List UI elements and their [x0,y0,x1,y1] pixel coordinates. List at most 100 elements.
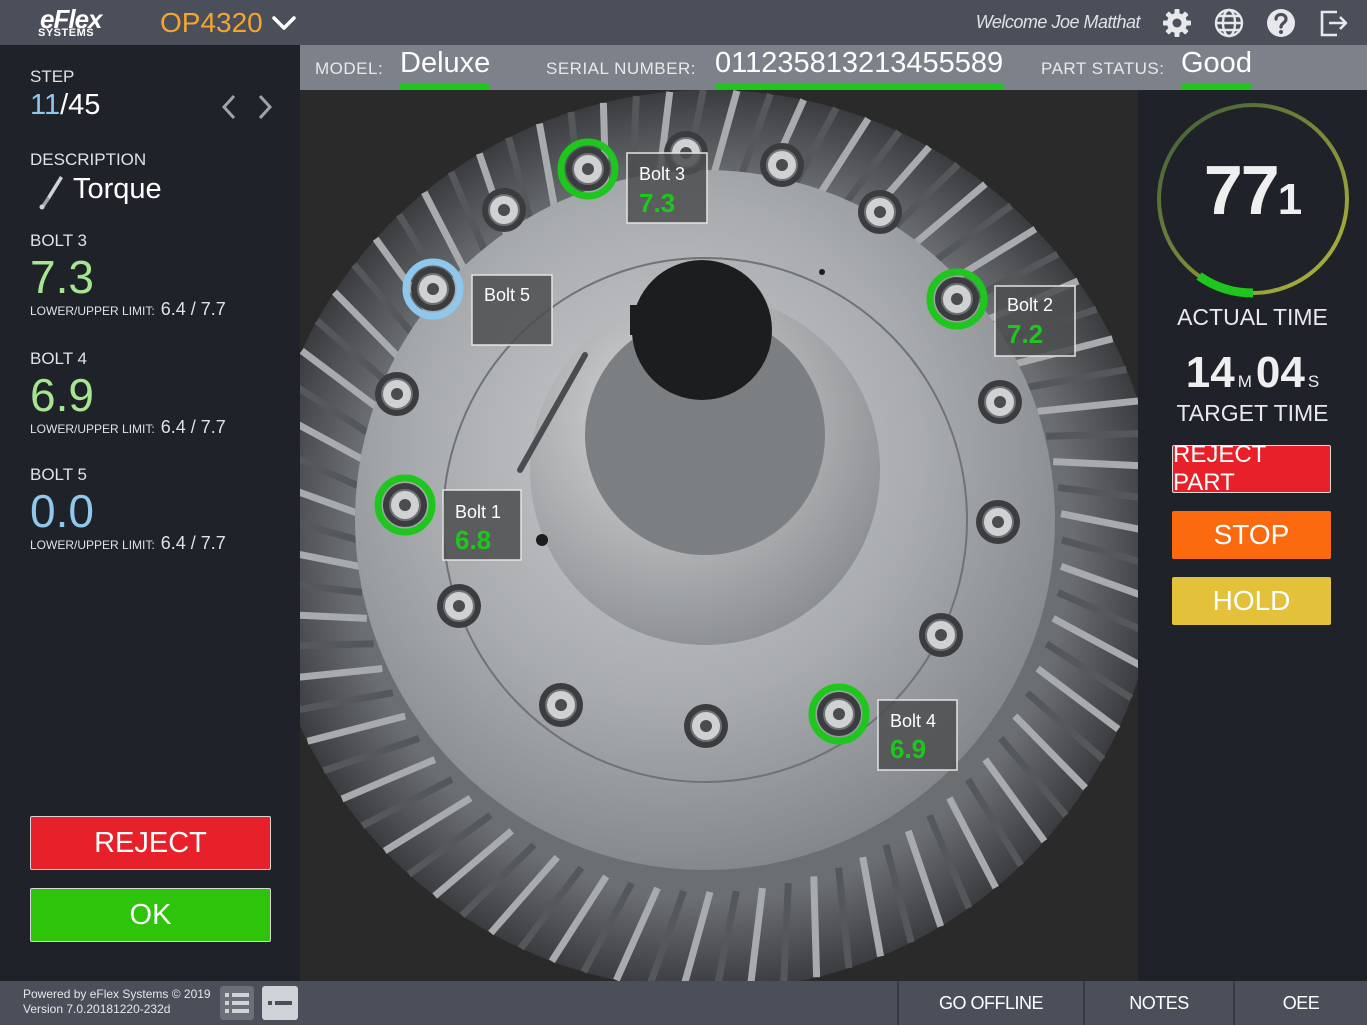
limit-label: LOWER/UPPER LIMIT: [30,422,155,436]
description-label: DESCRIPTION [30,150,147,169]
limit-value: 6.4 / 7.7 [160,417,226,437]
bolt-hex-socket [776,159,788,171]
bolt-5-value: 0.0 [30,485,94,537]
gear-tooth [300,640,374,650]
logo-subtext: SYSTEMS [38,27,95,39]
bolt-hex-socket [555,699,567,711]
bolt-5-callout[interactable]: Bolt 5 [471,274,553,346]
bolt-4-limits: LOWER/UPPER LIMIT: 6.4 / 7.7 [30,417,226,438]
serial-value: 011235813213455589 [715,47,1004,89]
step-total: /45 [60,89,101,121]
eflex-logo: eFlex SYSTEMS [36,4,136,40]
step-current: 11 [30,89,61,121]
target-time-value: 14 M04 S [1138,348,1367,398]
bolt-hex-socket [935,629,947,641]
bolt-3-limits: LOWER/UPPER LIMIT: 6.4 / 7.7 [30,299,226,320]
bolt-5-limits: LOWER/UPPER LIMIT: 6.4 / 7.7 [30,533,226,554]
description-value: Torque [73,173,162,205]
operation-title[interactable]: OP4320 [160,7,263,39]
limit-label: LOWER/UPPER LIMIT: [30,538,155,552]
model-value: Deluxe [400,47,491,89]
serial-label: SERIAL NUMBER: [546,59,696,78]
part-status-value: Good [1181,47,1252,89]
stop-button[interactable]: STOP [1172,511,1331,559]
limit-value: 6.4 / 7.7 [160,299,226,319]
bolt-hex-socket [700,720,712,732]
welcome-text: Welcome Joe Matthat [975,12,1141,32]
bolt-4-callout[interactable]: Bolt 4 6.9 [877,699,958,771]
bolt-hex-socket [453,600,465,612]
callout-value: 6.9 [890,734,926,764]
limit-value: 6.4 / 7.7 [160,533,226,553]
version-text: Version 7.0.20181220-232d [23,1002,171,1016]
bolt-hex-socket [874,206,886,218]
logout-icon[interactable] [1317,7,1349,39]
ok-button[interactable]: OK [30,888,271,942]
help-icon[interactable] [1265,7,1297,39]
callout-value: 6.8 [455,525,491,555]
bolt-hex-socket [951,293,963,305]
gear-image: Bolt 3 7.3 Bolt 5 Bolt 2 7.2 Bolt 1 6.8 … [300,90,1138,981]
callout-name: Bolt 1 [455,502,501,522]
callout-name: Bolt 4 [890,711,936,731]
bolt-hex-socket [992,516,1004,528]
go-offline-button[interactable]: GO OFFLINE [897,981,1083,1025]
actual-time-fraction: 1 [1277,175,1303,224]
gear-icon[interactable] [1161,7,1193,39]
step-counter: 11/45 [30,89,100,122]
part-status-label: PART STATUS: [1041,59,1165,78]
gear-tooth [810,876,821,978]
bolt-hex-socket [498,204,510,216]
callout-name: Bolt 3 [639,164,685,184]
timer-panel: 771 ACTUAL TIME 14 M04 S TARGET TIME REJEC… [1138,90,1367,981]
gear-tooth [780,883,792,981]
model-label: MODEL: [315,59,384,78]
bolt-2-callout[interactable]: Bolt 2 7.2 [994,285,1076,357]
callout-name: Bolt 5 [484,285,530,305]
target-minutes: 14 [1185,348,1235,397]
bolt-hex-socket [427,283,439,295]
actual-time-main: 77 [1203,151,1280,229]
step-label: STEP [30,67,75,86]
top-bar: eFlex SYSTEMS OP4320 Welcome Joe Matthat [0,0,1367,45]
prev-step-icon[interactable] [218,93,240,121]
oee-button[interactable]: OEE [1233,981,1367,1025]
torque-wrench-icon [39,176,63,210]
target-m-unit: M [1237,372,1252,391]
hold-button[interactable]: HOLD [1172,577,1331,625]
limit-label: LOWER/UPPER LIMIT: [30,304,155,318]
bolt-4-label: BOLT 4 [30,349,88,368]
callout-value: 7.2 [1007,319,1043,349]
bolt-3-value: 7.3 [30,251,94,303]
bolt-hex-socket [391,388,403,400]
part-image-viewer: Bolt 3 7.3 Bolt 5 Bolt 2 7.2 Bolt 1 6.8 … [300,90,1138,981]
gear-tooth [1053,458,1138,470]
reject-part-button[interactable]: REJECT PART [1172,441,1331,496]
bolt-4-value: 6.9 [30,369,94,421]
gear-tooth [1046,430,1138,440]
part-info-bar: MODEL: Deluxe SERIAL NUMBER: 01123581321… [300,45,1367,90]
notes-button[interactable]: NOTES [1083,981,1233,1025]
list-view-icon[interactable] [220,986,254,1020]
reject-button[interactable]: REJECT [30,816,271,870]
bolt-hex-socket [399,499,411,511]
bolt-3-label: BOLT 3 [30,231,88,250]
actual-time-value: 771 [1154,150,1352,230]
next-step-icon[interactable] [254,93,276,121]
bolt-hex-socket [582,163,594,175]
bolt-3-callout[interactable]: Bolt 3 7.3 [626,152,708,224]
callout-value: 7.3 [639,188,675,218]
powered-by: Powered by eFlex Systems © 2019 Version … [23,987,211,1017]
bolt-1-callout[interactable]: Bolt 1 6.8 [442,489,522,561]
callout-name: Bolt 2 [1007,295,1053,315]
target-s-unit: S [1307,372,1320,391]
bolt-hex-socket [994,396,1006,408]
chevron-down-icon[interactable] [270,10,298,36]
footer-bar: Powered by eFlex Systems © 2019 Version … [0,981,1367,1025]
step-panel: STEP 11/45 DESCRIPTION Torque BOLT 3 7.3… [0,45,300,981]
globe-icon[interactable] [1213,7,1245,39]
bolt-hex-socket [833,708,845,720]
actual-time-label: ACTUAL TIME [1177,304,1328,330]
single-view-icon[interactable] [262,986,298,1020]
target-time-label: TARGET TIME [1176,400,1329,426]
